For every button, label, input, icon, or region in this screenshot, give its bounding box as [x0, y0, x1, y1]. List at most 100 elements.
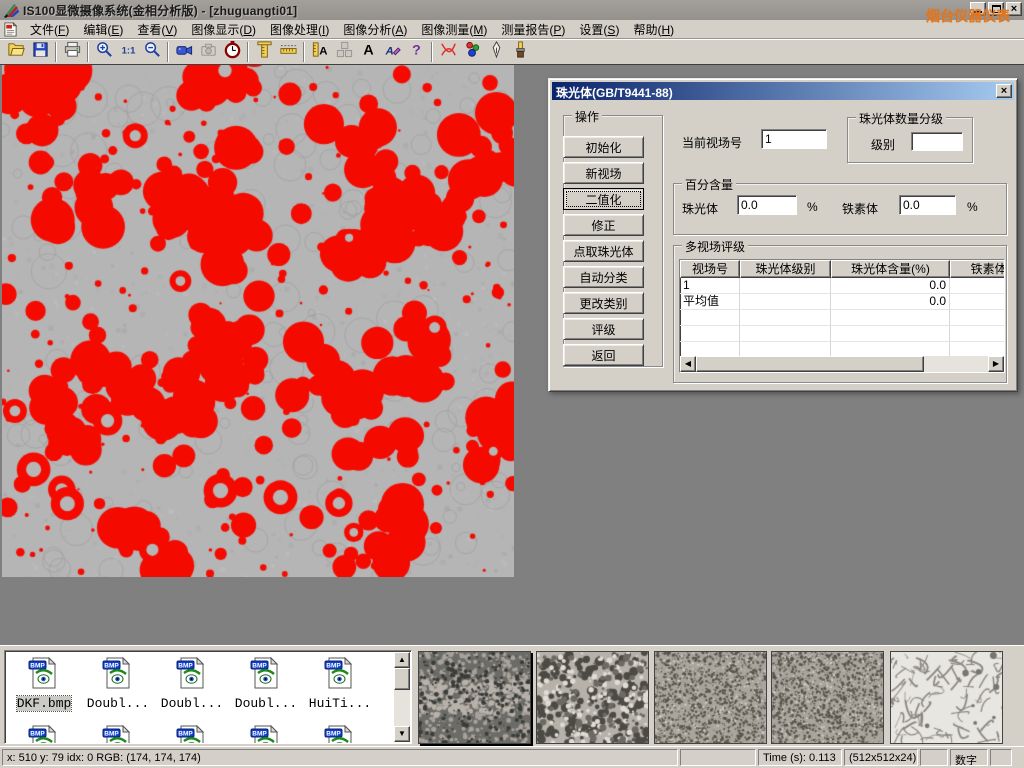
toolbar-zoom-out-button[interactable] — [140, 41, 164, 63]
scroll-right-button[interactable]: ▶ — [988, 356, 1004, 372]
op-button-6[interactable]: 自动分类 — [563, 266, 644, 288]
scrollbar-thumb[interactable] — [394, 668, 410, 690]
file-item[interactable]: BMPDKF.bmp — [7, 653, 81, 721]
file-list-scrollbar[interactable]: ▲ ▼ — [394, 652, 410, 742]
pearlite-percent-input[interactable]: 0.0 — [737, 195, 797, 215]
file-item[interactable]: BMPDoubl... — [229, 653, 303, 721]
toolbar-one-to-one-button[interactable]: 1:1 — [116, 41, 140, 63]
scroll-left-button[interactable]: ◀ — [680, 356, 696, 372]
toolbar-save-file-button[interactable] — [28, 41, 52, 63]
ferrite-percent-input[interactable]: 0.0 — [899, 195, 956, 215]
table-cell — [680, 310, 740, 326]
dialog-title-bar[interactable]: 珠光体(GB/T9441-88) — [552, 82, 1014, 100]
file-name: DKF.bmp — [17, 696, 72, 711]
menu-item-8[interactable]: 测量报告(P) — [494, 19, 572, 40]
table-row[interactable]: 平均值0.0 — [680, 294, 1004, 310]
scroll-down-button[interactable]: ▼ — [394, 726, 410, 742]
toolbar-help-button[interactable]: ? — [404, 41, 428, 63]
toolbar-print-button[interactable] — [60, 41, 84, 63]
menu-item-3[interactable]: 查看(V) — [130, 19, 184, 40]
op-button-8[interactable]: 评级 — [563, 318, 644, 340]
menu-item-5[interactable]: 图像处理(I) — [263, 19, 336, 40]
op-button-1[interactable]: 初始化 — [563, 136, 644, 158]
menu-item-6[interactable]: 图像分析(A) — [336, 19, 414, 40]
menu-item-10[interactable]: 帮助(H) — [626, 19, 681, 40]
op-button-2[interactable]: 新视场 — [563, 162, 644, 184]
op-button-4[interactable]: 修正 — [563, 214, 644, 236]
thumbnail-1[interactable] — [418, 651, 531, 744]
table-header-cell[interactable]: 铁素体含量(%) — [950, 260, 1005, 278]
file-list[interactable]: BMPDKF.bmpBMPDoubl...BMPDoubl...BMPDoubl… — [4, 650, 412, 744]
table-cell — [831, 310, 950, 326]
grade-field-input[interactable] — [911, 132, 963, 151]
file-item[interactable]: BMP — [229, 721, 303, 744]
thumbnail-3[interactable] — [654, 651, 767, 744]
scrollbar-thumb[interactable] — [696, 356, 924, 372]
menu-item-9[interactable]: 设置(S) — [572, 19, 626, 40]
file-item[interactable]: BMP — [7, 721, 81, 744]
toolbar-curve-tool-button[interactable] — [436, 41, 460, 63]
open-file-icon — [7, 40, 26, 64]
percent-group-label: 百分含量 — [682, 176, 736, 193]
table-row[interactable]: 10.0 — [680, 278, 1004, 294]
file-item[interactable]: BMPDoubl... — [155, 653, 229, 721]
document-icon[interactable] — [3, 22, 18, 37]
toolbar-caliper-button[interactable] — [252, 41, 276, 63]
file-item[interactable]: BMP — [81, 721, 155, 744]
toolbar-brush-button[interactable] — [508, 41, 532, 63]
toolbar-ruler-button[interactable] — [276, 41, 300, 63]
toolbar-pen-button[interactable] — [484, 41, 508, 63]
toolbar-open-file-button[interactable] — [4, 41, 28, 63]
table-header-cell[interactable]: 视场号 — [680, 260, 740, 278]
file-item[interactable]: BMPHuiTi... — [303, 653, 377, 721]
file-item[interactable]: BMP — [303, 721, 377, 744]
toolbar: 1:1AAA? — [0, 39, 1024, 65]
menu-item-7[interactable]: 图像测量(M) — [414, 19, 494, 40]
metallographic-image[interactable] — [2, 65, 514, 577]
table-row[interactable] — [680, 326, 1004, 342]
status-panel-3: Time (s): 0.113 — [758, 749, 842, 766]
file-item[interactable]: BMP — [155, 721, 229, 744]
toolbar-separator — [247, 42, 249, 62]
op-button-7[interactable]: 更改类别 — [563, 292, 644, 314]
dialog-close-button[interactable]: × — [996, 84, 1012, 98]
op-button-9[interactable]: 返回 — [563, 344, 644, 366]
bmp-file-icon: BMP — [324, 657, 356, 694]
toolbar-zoom-in-button[interactable] — [92, 41, 116, 63]
menu-item-2[interactable]: 编辑(E) — [76, 19, 130, 40]
percent-group: 百分含量 — [673, 183, 1007, 235]
svg-text:A: A — [363, 43, 373, 59]
toolbar-annotate-button[interactable]: A — [380, 41, 404, 63]
thumbnail-2[interactable] — [536, 651, 649, 744]
thumbnail-5[interactable] — [890, 651, 1003, 744]
text-label-icon: A — [359, 40, 378, 64]
svg-text:BMP: BMP — [30, 731, 45, 738]
toolbar-video-camera-button[interactable] — [172, 41, 196, 63]
grade-field-label: 级别 — [871, 136, 895, 153]
table-row[interactable] — [680, 310, 1004, 326]
menu-item-1[interactable]: 文件(F) — [23, 19, 76, 40]
menu-item-4[interactable]: 图像显示(D) — [184, 19, 263, 40]
op-button-3[interactable]: 二值化 — [563, 188, 644, 210]
toolbar-classify-balls-button[interactable] — [460, 41, 484, 63]
table-header-cell[interactable]: 珠光体级别 — [740, 260, 831, 278]
toolbar-text-label-button[interactable]: A — [356, 41, 380, 63]
scroll-up-button[interactable]: ▲ — [394, 652, 410, 668]
thumbnail-4[interactable] — [771, 651, 884, 744]
table-horizontal-scrollbar[interactable]: ◀ ▶ — [680, 356, 1004, 372]
caliper-icon — [255, 40, 274, 64]
file-item[interactable]: BMPDoubl... — [81, 653, 155, 721]
grade-group-label: 珠光体数量分级 — [856, 110, 946, 127]
toolbar-measure-scale-button[interactable]: A — [308, 41, 332, 63]
ruler-icon — [279, 40, 298, 64]
timer-clock-icon — [223, 40, 242, 64]
current-field-input[interactable]: 1 — [761, 129, 827, 149]
toolbar-timer-clock-button[interactable] — [220, 41, 244, 63]
op-button-5[interactable]: 点取珠光体 — [563, 240, 644, 262]
table-cell: 0.0 — [831, 278, 950, 294]
table-header-cell[interactable]: 珠光体含量(%) — [831, 260, 950, 278]
rating-table[interactable]: 视场号珠光体级别珠光体含量(%)铁素体含量(%)10.0平均值0.0 ◀ ▶ — [679, 259, 1005, 373]
bmp-file-icon: BMP — [176, 725, 208, 744]
bottom-panel: BMPDKF.bmpBMPDoubl...BMPDoubl...BMPDoubl… — [0, 645, 1024, 746]
classify-balls-icon — [463, 40, 482, 64]
